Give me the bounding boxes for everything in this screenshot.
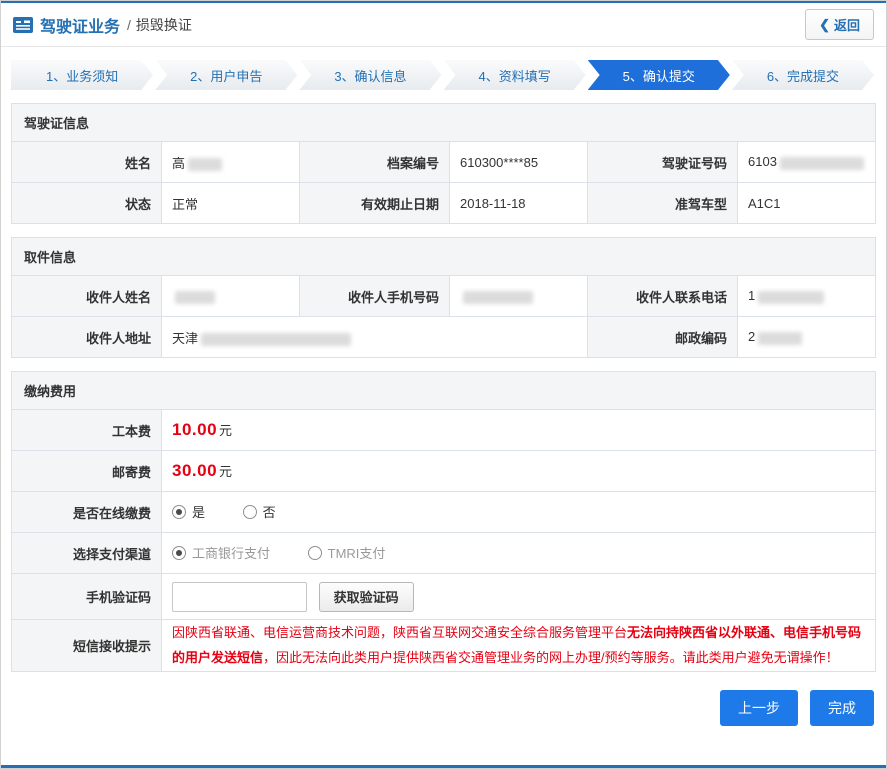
table-row: 选择支付渠道 工商银行支付 TMRI支付 xyxy=(11,532,876,574)
channel-tmri-label: TMRI支付 xyxy=(327,546,386,562)
step-2-user-declaration: 2、用户申告 xyxy=(155,60,297,90)
sms-notice-label: 短信接收提示 xyxy=(11,619,162,672)
table-row: 收件人地址 天津 邮政编码 2 xyxy=(11,316,876,358)
get-code-button[interactable]: 获取验证码 xyxy=(318,581,414,612)
status-value: 正常 xyxy=(161,182,300,224)
recipient-phone-value: 1 xyxy=(737,275,876,317)
postal-code-value: 2 xyxy=(737,316,876,358)
license-number-value: 6103 xyxy=(737,141,876,183)
step-4-fill-data: 4、资料填写 xyxy=(444,60,586,90)
license-card-icon xyxy=(13,16,33,33)
payment-table: 工本费 10.00 元 邮寄费 30.00 元 是否在线缴费 是 否 选择支付渠… xyxy=(11,409,876,672)
radio-checked-icon[interactable] xyxy=(172,545,186,560)
table-row: 是否在线缴费 是 否 xyxy=(11,491,876,533)
step-5-confirm-submit-active: 5、确认提交 xyxy=(588,60,730,90)
recipient-name-label: 收件人姓名 xyxy=(11,275,162,317)
table-row: 短信接收提示 因陕西省联通、电信运营商技术问题，陕西省互联网交通安全综合服务管理… xyxy=(11,619,876,672)
postage-fee-amount: 30.00 xyxy=(172,461,218,480)
pickup-info-section-title: 取件信息 xyxy=(11,237,876,275)
channel-icbc-label: 工商银行支付 xyxy=(192,546,271,562)
expiry-date-label: 有效期止日期 xyxy=(299,182,450,224)
finish-button[interactable]: 完成 xyxy=(810,689,874,726)
file-number-value: 610300****85 xyxy=(449,141,588,183)
step-progress-bar: 1、业务须知 2、用户申告 3、确认信息 4、资料填写 5、确认提交 6、完成提… xyxy=(11,60,876,90)
previous-step-button[interactable]: 上一步 xyxy=(720,689,798,726)
step-3-confirm-info: 3、确认信息 xyxy=(299,60,441,90)
pickup-info-table: 收件人姓名 收件人手机号码 收件人联系电话 1 收件人地址 天津 邮政编码 2 xyxy=(11,275,876,358)
production-fee-label: 工本费 xyxy=(11,409,162,451)
online-no-option[interactable]: 否 xyxy=(242,502,276,521)
online-yes-option[interactable]: 是 xyxy=(172,502,205,521)
license-info-section: 驾驶证信息 姓名 高 档案编号 610300****85 驾驶证号码 6103 … xyxy=(11,103,876,224)
breadcrumb-separator: / xyxy=(127,16,131,33)
payment-channel-options: 工商银行支付 TMRI支付 xyxy=(161,532,876,574)
table-row: 姓名 高 档案编号 610300****85 驾驶证号码 6103 xyxy=(11,141,876,183)
recipient-phone-label: 收件人联系电话 xyxy=(587,275,738,317)
online-payment-label: 是否在线缴费 xyxy=(11,491,162,533)
production-fee-amount: 10.00 xyxy=(172,420,218,439)
postage-fee-label: 邮寄费 xyxy=(11,450,162,492)
production-fee-value: 10.00 元 xyxy=(161,409,876,451)
expiry-date-value: 2018-11-18 xyxy=(449,182,588,224)
recipient-mobile-label: 收件人手机号码 xyxy=(299,275,450,317)
redacted-blur xyxy=(188,157,223,171)
license-number-label: 驾驶证号码 xyxy=(587,141,738,183)
online-yes-label: 是 xyxy=(192,505,206,521)
table-row: 收件人姓名 收件人手机号码 收件人联系电话 1 xyxy=(11,275,876,317)
step-6-complete-submit: 6、完成提交 xyxy=(732,60,874,90)
recipient-mobile-value xyxy=(449,275,588,317)
fee-unit: 元 xyxy=(219,423,233,438)
sms-code-input[interactable] xyxy=(172,581,307,612)
online-payment-options: 是 否 xyxy=(161,491,876,533)
redacted-blur xyxy=(201,332,352,346)
back-button[interactable]: ❮ 返回 xyxy=(805,9,874,40)
back-chevron-icon: ❮ xyxy=(819,16,830,32)
sms-code-label: 手机验证码 xyxy=(11,573,162,620)
breadcrumb-current: 损毁换证 xyxy=(135,16,192,33)
recipient-address-label: 收件人地址 xyxy=(11,316,162,358)
table-row: 工本费 10.00 元 xyxy=(11,409,876,451)
redacted-blur xyxy=(463,290,533,304)
postage-fee-value: 30.00 元 xyxy=(161,450,876,492)
status-label: 状态 xyxy=(11,182,162,224)
redacted-blur xyxy=(779,156,864,170)
footer-actions: 上一步 完成 xyxy=(1,689,874,726)
header: 驾驶证业务 / 损毁换证 ❮ 返回 xyxy=(1,3,886,47)
sms-notice-cell: 因陕西省联通、电信运营商技术问题，陕西省互联网交通安全综合服务管理平台无法向持陕… xyxy=(161,619,876,672)
radio-unchecked-icon[interactable] xyxy=(307,545,322,560)
redacted-blur xyxy=(758,331,803,345)
table-row: 状态 正常 有效期止日期 2018-11-18 准驾车型 A1C1 xyxy=(11,182,876,224)
channel-tmri-option[interactable]: TMRI支付 xyxy=(307,543,386,562)
license-info-section-title: 驾驶证信息 xyxy=(11,103,876,141)
recipient-address-value: 天津 xyxy=(161,316,588,358)
back-button-label: 返回 xyxy=(833,18,860,33)
vehicle-class-value: A1C1 xyxy=(737,182,876,224)
radio-checked-icon[interactable] xyxy=(172,504,186,519)
online-no-label: 否 xyxy=(262,505,276,521)
sms-code-cell: 获取验证码 xyxy=(161,573,876,620)
recipient-name-value xyxy=(161,275,300,317)
table-row: 邮寄费 30.00 元 xyxy=(11,450,876,492)
license-info-table: 姓名 高 档案编号 610300****85 驾驶证号码 6103 状态 正常 … xyxy=(11,141,876,224)
vehicle-class-label: 准驾车型 xyxy=(587,182,738,224)
step-1-business-notice: 1、业务须知 xyxy=(11,60,153,90)
channel-icbc-option[interactable]: 工商银行支付 xyxy=(172,543,270,562)
redacted-blur xyxy=(175,290,215,304)
page: 驾驶证业务 / 损毁换证 ❮ 返回 1、业务须知 2、用户申告 3、确认信息 4… xyxy=(0,0,887,769)
radio-unchecked-icon[interactable] xyxy=(242,504,257,519)
file-number-label: 档案编号 xyxy=(299,141,450,183)
payment-channel-label: 选择支付渠道 xyxy=(11,532,162,574)
sms-notice-text: 因陕西省联通、电信运营商技术问题，陕西省互联网交通安全综合服务管理平台无法向持陕… xyxy=(172,625,862,666)
postal-code-label: 邮政编码 xyxy=(587,316,738,358)
redacted-blur xyxy=(758,290,825,304)
name-value: 高 xyxy=(161,141,300,183)
table-row: 手机验证码 获取验证码 xyxy=(11,573,876,620)
name-label: 姓名 xyxy=(11,141,162,183)
payment-section: 缴纳费用 工本费 10.00 元 邮寄费 30.00 元 是否在线缴费 是 否 … xyxy=(11,371,876,672)
payment-section-title: 缴纳费用 xyxy=(11,371,876,409)
page-title: 驾驶证业务 xyxy=(40,18,121,36)
fee-unit: 元 xyxy=(219,464,233,479)
pickup-info-section: 取件信息 收件人姓名 收件人手机号码 收件人联系电话 1 收件人地址 天津 邮政… xyxy=(11,237,876,358)
bottom-accent-bar xyxy=(1,765,886,768)
